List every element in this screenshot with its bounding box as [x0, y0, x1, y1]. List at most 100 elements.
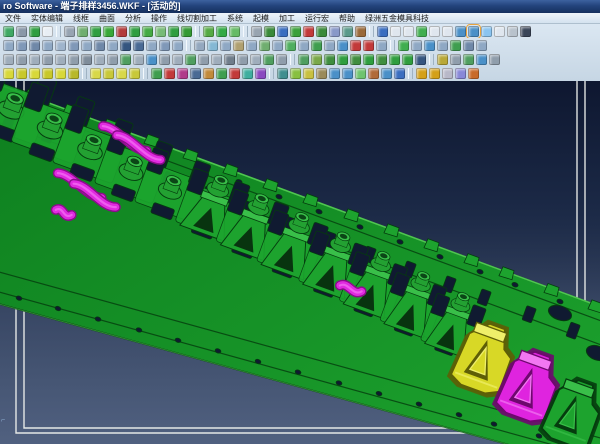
menu-item-10[interactable]: 加工: [274, 13, 300, 24]
toolbar-icon-r1-25[interactable]: [303, 26, 314, 37]
toolbar-icon-r2-6[interactable]: [68, 40, 79, 51]
toolbar-icon-r2-16[interactable]: [194, 40, 205, 51]
toolbar-icon-r4-13[interactable]: [151, 68, 162, 79]
menu-item-2[interactable]: 实体编辑: [26, 13, 68, 24]
toolbar-icon-r4-1[interactable]: [3, 68, 14, 79]
toolbar-icon-r2-3[interactable]: [29, 40, 40, 51]
toolbar-icon-r2-19[interactable]: [233, 40, 244, 51]
toolbar-icon-r4-24[interactable]: [290, 68, 301, 79]
toolbar-icon-r4-29[interactable]: [355, 68, 366, 79]
toolbar-icon-r3-28[interactable]: [350, 54, 361, 65]
toolbar-icon-r2-2[interactable]: [16, 40, 27, 51]
toolbar-icon-r3-11[interactable]: [133, 54, 144, 65]
toolbar-icon-r3-8[interactable]: [94, 54, 105, 65]
toolbar-icon-r4-36[interactable]: [442, 68, 453, 79]
toolbar-icon-r4-20[interactable]: [242, 68, 253, 79]
toolbar-icon-r2-30[interactable]: [376, 40, 387, 51]
toolbar-icon-r3-10[interactable]: [120, 54, 131, 65]
toolbar-icon-r3-22[interactable]: [276, 54, 287, 65]
toolbar-icon-r2-9[interactable]: [107, 40, 118, 51]
toolbar-icon-r2-13[interactable]: [159, 40, 170, 51]
toolbar-icon-r3-33[interactable]: [415, 54, 426, 65]
toolbar-icon-r3-19[interactable]: [237, 54, 248, 65]
toolbar-icon-r3-29[interactable]: [363, 54, 374, 65]
toolbar-icon-r4-19[interactable]: [229, 68, 240, 79]
viewport-3d[interactable]: ⌐ 绿洲模具 培训帮网: [0, 81, 600, 444]
menu-item-3[interactable]: 线框: [68, 13, 94, 24]
toolbar-icon-r1-12[interactable]: [142, 26, 153, 37]
toolbar-icon-r4-35[interactable]: [429, 68, 440, 79]
toolbar-icon-r2-23[interactable]: [285, 40, 296, 51]
toolbar-icon-r3-18[interactable]: [224, 54, 235, 65]
toolbar-icon-r2-24[interactable]: [298, 40, 309, 51]
toolbar-icon-r3-36[interactable]: [450, 54, 461, 65]
toolbar-icon-r1-6[interactable]: [64, 26, 75, 37]
toolbar-icon-r1-23[interactable]: [277, 26, 288, 37]
menu-item-13[interactable]: 绿洲五金模具科技: [360, 13, 434, 24]
toolbar-icon-r4-30[interactable]: [368, 68, 379, 79]
toolbar-icon-r1-32[interactable]: [390, 26, 401, 37]
toolbar-icon-r2-36[interactable]: [450, 40, 461, 51]
toolbar-icon-r2-11[interactable]: [133, 40, 144, 51]
toolbar-icon-r4-10[interactable]: [116, 68, 127, 79]
toolbar-icon-r3-27[interactable]: [337, 54, 348, 65]
toolbar-icon-r1-26[interactable]: [316, 26, 327, 37]
toolbar-icon-r1-2[interactable]: [16, 26, 27, 37]
toolbar-icon-r3-31[interactable]: [389, 54, 400, 65]
toolbar-icon-r2-28[interactable]: [350, 40, 361, 51]
toolbar-icon-r1-22[interactable]: [264, 26, 275, 37]
toolbar-icon-r3-39[interactable]: [489, 54, 500, 65]
toolbar-icon-r3-14[interactable]: [172, 54, 183, 65]
toolbar-icon-r1-4[interactable]: [42, 26, 53, 37]
toolbar-icon-r4-28[interactable]: [342, 68, 353, 79]
toolbar-icon-r1-42[interactable]: [520, 26, 531, 37]
toolbar-icon-r4-9[interactable]: [103, 68, 114, 79]
toolbar-icon-r1-40[interactable]: [494, 26, 505, 37]
toolbar-icon-r2-10[interactable]: [120, 40, 131, 51]
toolbar-icon-r4-18[interactable]: [216, 68, 227, 79]
toolbar-icon-r1-21[interactable]: [251, 26, 262, 37]
toolbar-icon-r4-34[interactable]: [416, 68, 427, 79]
toolbar-icon-r4-2[interactable]: [16, 68, 27, 79]
toolbar-icon-r2-5[interactable]: [55, 40, 66, 51]
toolbar-icon-r4-21[interactable]: [255, 68, 266, 79]
toolbar-icon-r2-25[interactable]: [311, 40, 322, 51]
cad-scene[interactable]: ⌐: [0, 81, 600, 444]
toolbar-icon-r3-21[interactable]: [263, 54, 274, 65]
toolbar-icon-r2-8[interactable]: [94, 40, 105, 51]
toolbar-icon-r1-34[interactable]: [416, 26, 427, 37]
toolbar-icon-r4-38[interactable]: [468, 68, 479, 79]
toolbar-icon-r1-24[interactable]: [290, 26, 301, 37]
toolbar-icon-r3-38[interactable]: [476, 54, 487, 65]
toolbar-icon-r3-32[interactable]: [402, 54, 413, 65]
toolbar-icon-r1-19[interactable]: [229, 26, 240, 37]
toolbar-icon-r4-5[interactable]: [55, 68, 66, 79]
toolbar-icon-r3-6[interactable]: [68, 54, 79, 65]
toolbar-icon-r4-6[interactable]: [68, 68, 79, 79]
menu-item-12[interactable]: 帮助: [334, 13, 360, 24]
toolbar-icon-r2-21[interactable]: [259, 40, 270, 51]
toolbar-icon-r3-12[interactable]: [146, 54, 157, 65]
toolbar-icon-r1-15[interactable]: [181, 26, 192, 37]
menu-item-11[interactable]: 运行宏: [300, 13, 334, 24]
toolbar-icon-r4-4[interactable]: [42, 68, 53, 79]
toolbar-icon-r3-4[interactable]: [42, 54, 53, 65]
toolbar-icon-r1-17[interactable]: [203, 26, 214, 37]
menu-item-5[interactable]: 分析: [120, 13, 146, 24]
toolbar-icon-r1-37[interactable]: [455, 26, 466, 37]
toolbar-icon-r4-31[interactable]: [381, 68, 392, 79]
toolbar-icon-r2-18[interactable]: [220, 40, 231, 51]
toolbar-icon-r1-29[interactable]: [355, 26, 366, 37]
toolbar-icon-r4-15[interactable]: [177, 68, 188, 79]
toolbar-icon-r2-4[interactable]: [42, 40, 53, 51]
toolbar-icon-r4-25[interactable]: [303, 68, 314, 79]
toolbar-icon-r4-26[interactable]: [316, 68, 327, 79]
toolbar-icon-r4-16[interactable]: [190, 68, 201, 79]
title-bar[interactable]: ro Software - 端子排样3456.WKF - [活动的]: [0, 0, 600, 13]
menu-item-6[interactable]: 操作: [146, 13, 172, 24]
toolbar-icon-r2-12[interactable]: [146, 40, 157, 51]
toolbar-icon-r3-9[interactable]: [107, 54, 118, 65]
toolbar-icon-r3-25[interactable]: [311, 54, 322, 65]
toolbar-icon-r3-1[interactable]: [3, 54, 14, 65]
toolbar-icon-r1-27[interactable]: [329, 26, 340, 37]
